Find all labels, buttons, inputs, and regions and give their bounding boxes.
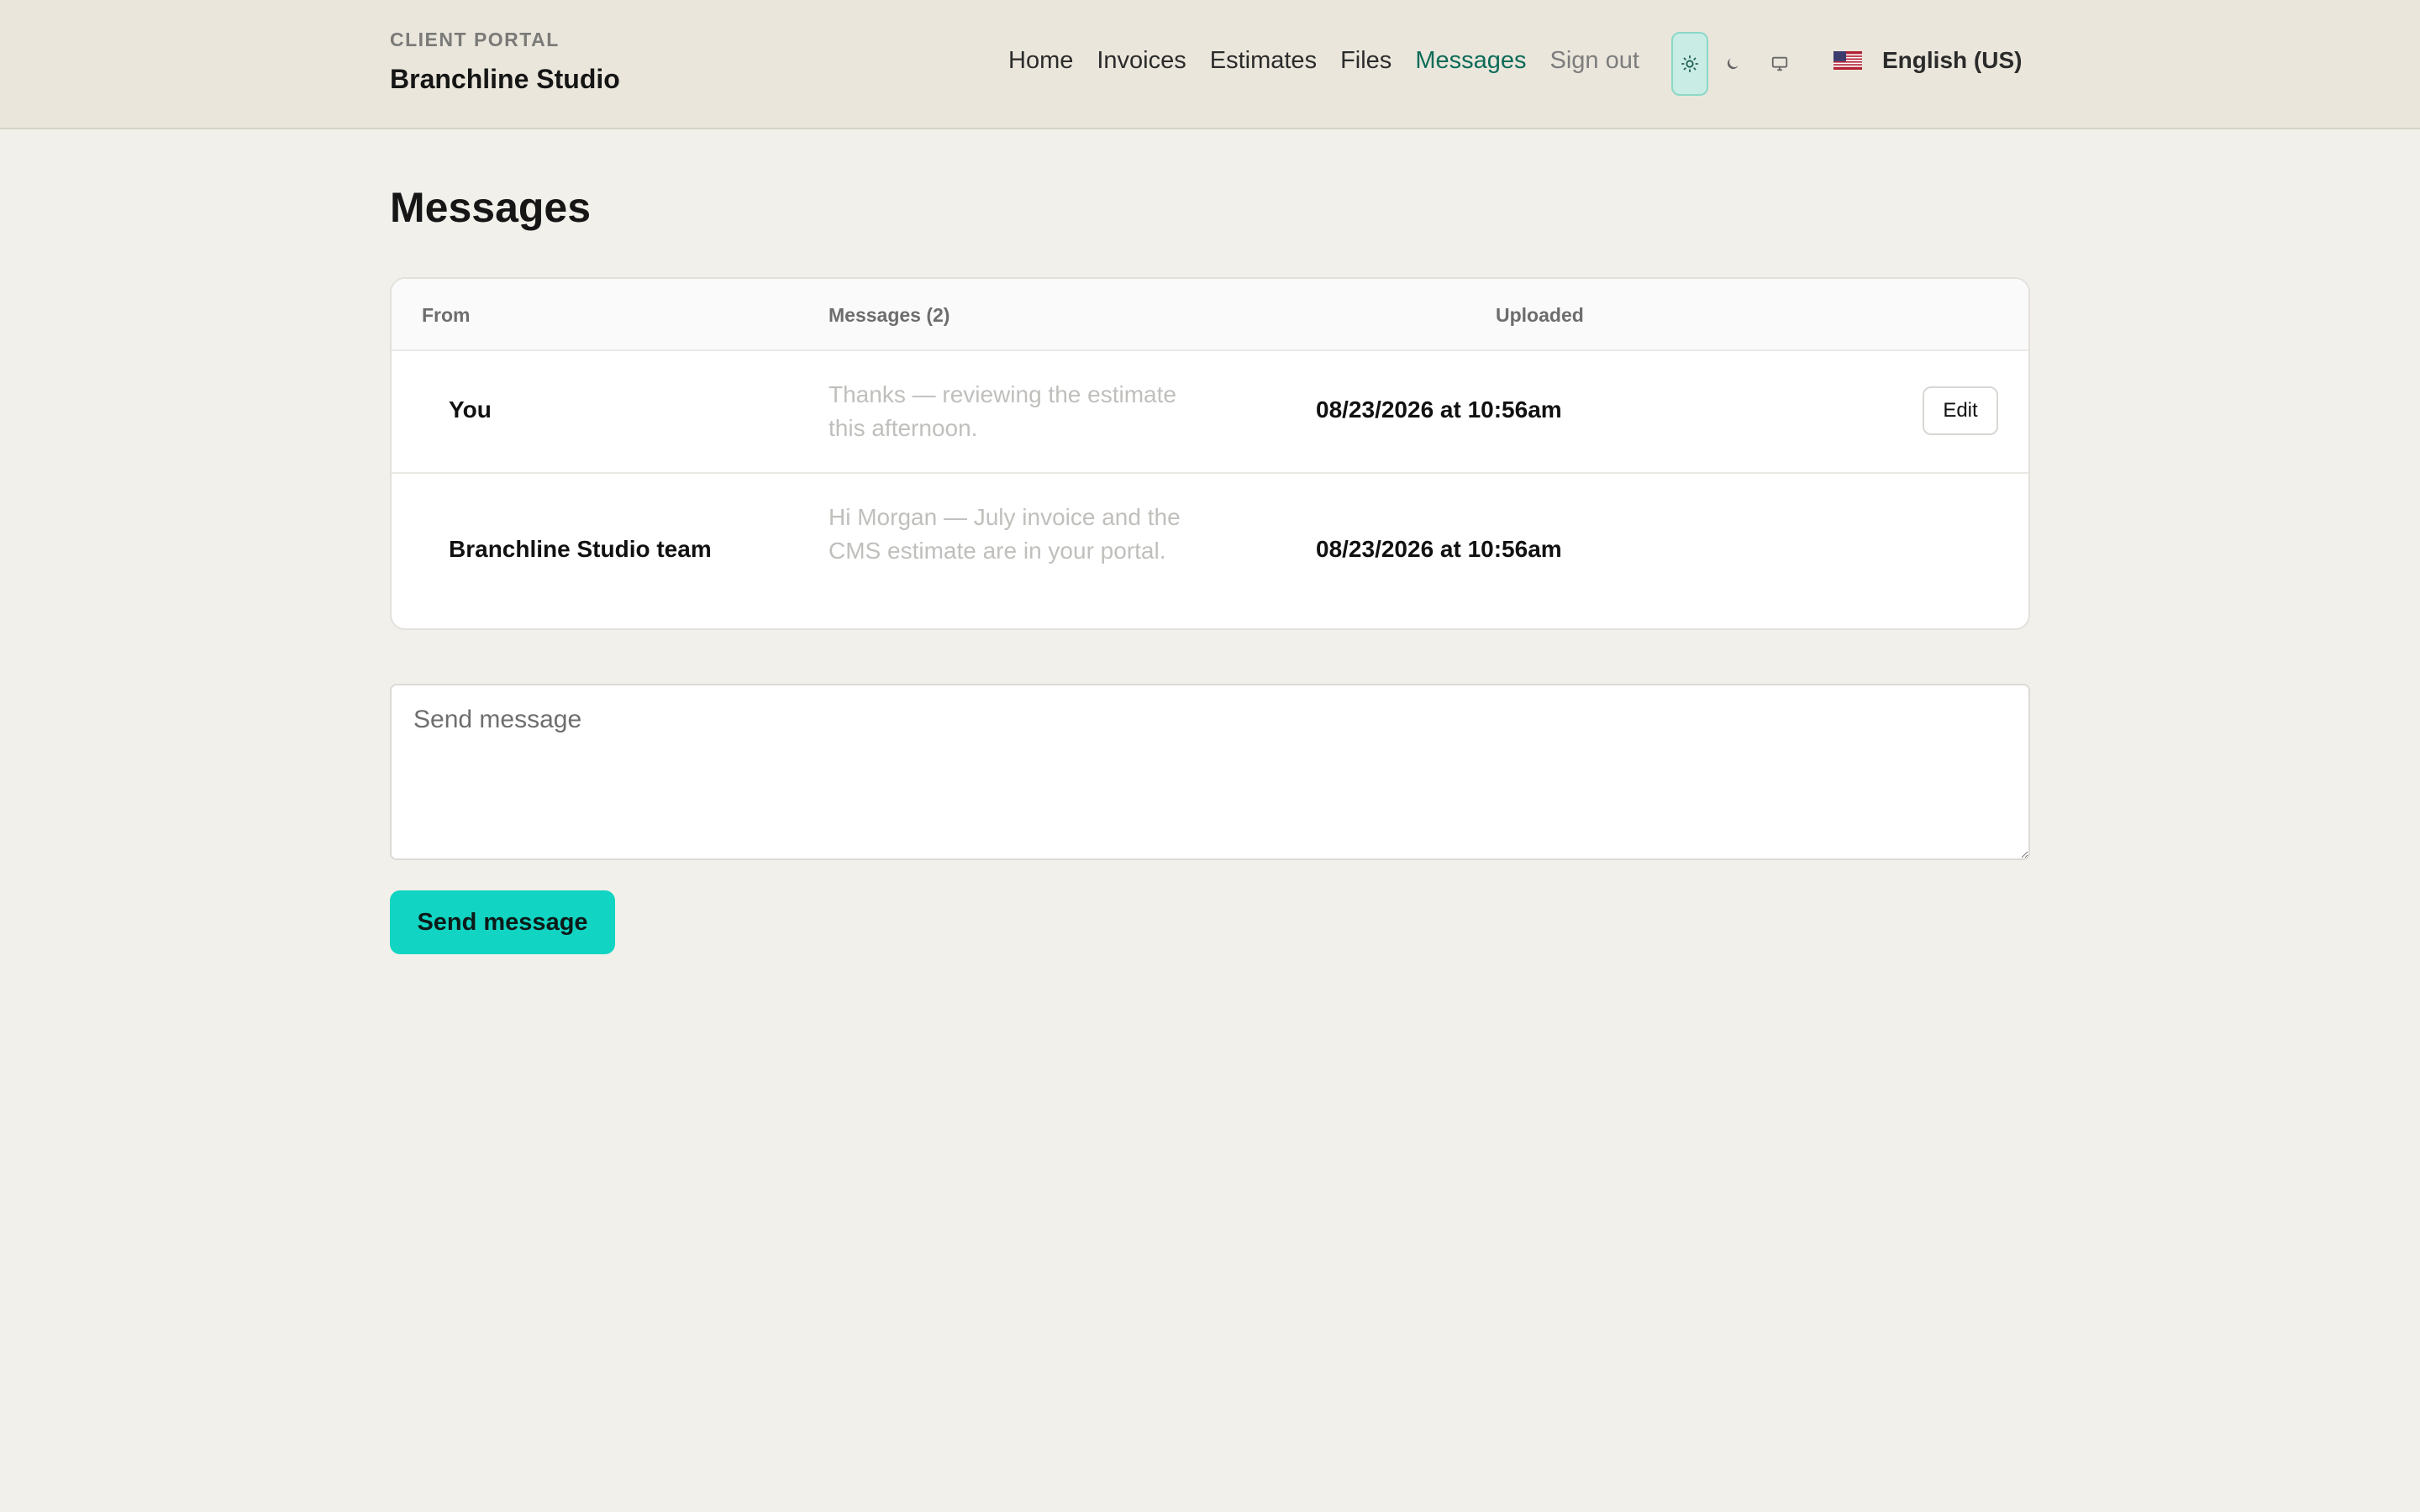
moon-icon: [1727, 58, 1739, 70]
message-uploaded: 08/23/2026 at 10:56am: [1316, 396, 1562, 423]
nav-estimates[interactable]: Estimates: [1210, 47, 1317, 75]
theme-light-button[interactable]: [1671, 32, 1708, 96]
message-input[interactable]: [390, 684, 2030, 860]
message-preview: Thanks — reviewing the estimate this aft…: [829, 381, 1176, 441]
column-header-uploaded: Uploaded: [1496, 304, 1584, 326]
messages-table: From Messages (2) Uploaded You Thanks — …: [390, 277, 2030, 630]
nav-invoices[interactable]: Invoices: [1097, 47, 1186, 75]
nav-files[interactable]: Files: [1340, 47, 1392, 75]
monitor-icon: [1771, 56, 1788, 71]
table-row: Branchline Studio team Hi Morgan — July …: [392, 474, 2028, 628]
brand-kicker: CLIENT PORTAL: [390, 29, 560, 50]
brand-name[interactable]: Branchline Studio: [390, 64, 620, 95]
us-flag-icon: [1833, 51, 1862, 70]
column-header-from: From: [422, 304, 471, 326]
top-header: CLIENT PORTAL Branchline Studio Home Inv…: [0, 0, 2420, 129]
page-title: Messages: [390, 184, 592, 231]
nav-messages[interactable]: Messages: [1415, 47, 1526, 75]
nav-home[interactable]: Home: [1008, 47, 1073, 75]
theme-dark-button[interactable]: [1714, 32, 1751, 96]
table-header: From Messages (2) Uploaded: [392, 279, 2028, 351]
table-row: You Thanks — reviewing the estimate this…: [392, 351, 2028, 474]
theme-system-button[interactable]: [1761, 32, 1798, 96]
column-header-messages: Messages (2): [829, 304, 950, 326]
language-label: English (US): [1882, 47, 2023, 73]
language-selector[interactable]: English (US): [1833, 47, 2022, 74]
message-from: Branchline Studio team: [449, 536, 712, 562]
message-uploaded: 08/23/2026 at 10:56am: [1316, 536, 1562, 562]
message-from: You: [449, 396, 492, 423]
edit-button[interactable]: Edit: [1923, 386, 1998, 435]
message-preview: Hi Morgan — July invoice and the CMS est…: [829, 504, 1181, 564]
main-nav: Home Invoices Estimates Files Messages S…: [1008, 47, 1663, 75]
send-message-button[interactable]: Send message: [390, 890, 615, 954]
sun-icon: [1681, 55, 1699, 73]
nav-sign-out[interactable]: Sign out: [1549, 47, 1639, 75]
